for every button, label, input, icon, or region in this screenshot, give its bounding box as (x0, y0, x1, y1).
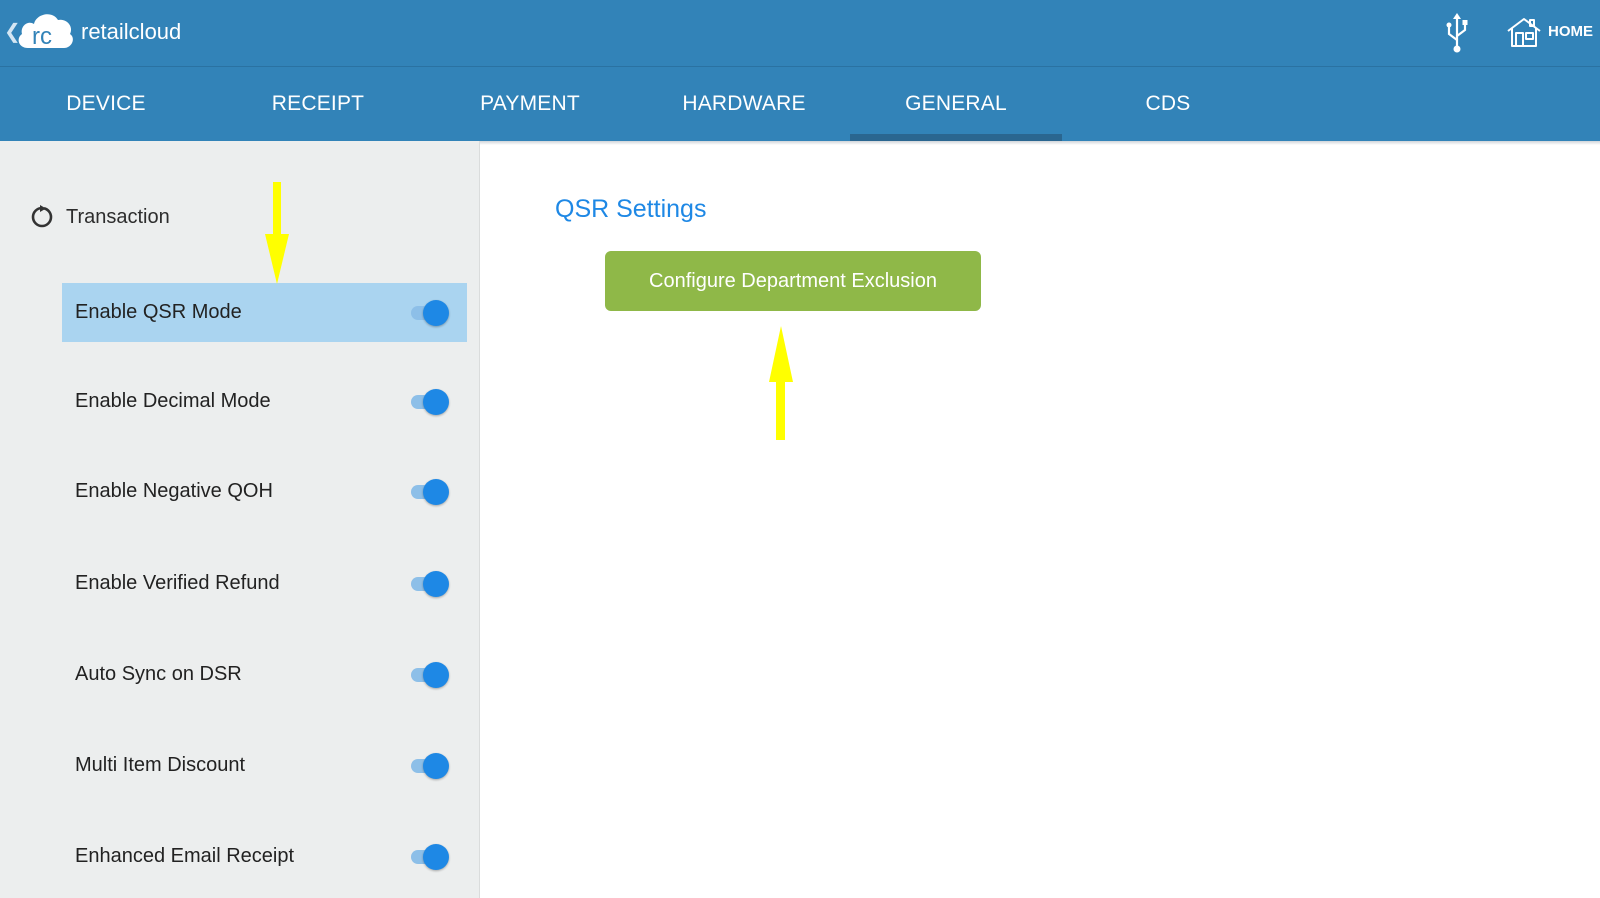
sync-icon (31, 205, 53, 228)
tab-payment[interactable]: PAYMENT (424, 67, 636, 141)
auto-sync-toggle[interactable] (407, 662, 449, 688)
usb-icon[interactable] (1444, 12, 1470, 54)
multi-item-discount-toggle[interactable] (407, 753, 449, 779)
decimal-mode-toggle[interactable] (407, 389, 449, 415)
setting-enable-qsr-mode[interactable]: Enable QSR Mode (62, 283, 467, 342)
setting-label: Enable Decimal Mode (75, 390, 271, 412)
toggle-thumb (423, 479, 449, 505)
qsr-settings-title: QSR Settings (555, 195, 707, 223)
toggle-thumb (423, 753, 449, 779)
setting-label: Multi Item Discount (75, 754, 246, 776)
retailcloud-logo[interactable]: rc (14, 8, 76, 52)
section-label: Transaction (66, 206, 170, 228)
app-title: retailcloud (81, 19, 182, 44)
setting-enable-negative-qoh[interactable]: Enable Negative QOH (62, 462, 467, 521)
setting-enable-verified-refund[interactable]: Enable Verified Refund (62, 554, 467, 613)
toggle-thumb (423, 300, 449, 326)
settings-sidebar: Transaction Enable QSR Mode Enable Decim… (0, 141, 480, 898)
negative-qoh-toggle[interactable] (407, 479, 449, 505)
toggle-thumb (423, 389, 449, 415)
house-icon (1507, 18, 1541, 47)
configure-department-exclusion-button[interactable]: Configure Department Exclusion (605, 251, 981, 311)
toggle-thumb (423, 571, 449, 597)
setting-label: Enable Verified Refund (75, 572, 280, 594)
setting-enhanced-email-receipt[interactable]: Enhanced Email Receipt (62, 827, 467, 886)
home-label: HOME (1548, 23, 1593, 40)
setting-label: Enhanced Email Receipt (75, 845, 295, 867)
setting-enable-decimal-mode[interactable]: Enable Decimal Mode (62, 372, 467, 431)
setting-label: Enable QSR Mode (75, 301, 242, 323)
tab-hardware[interactable]: HARDWARE (638, 67, 850, 141)
qsr-mode-toggle[interactable] (407, 300, 449, 326)
setting-multi-item-discount[interactable]: Multi Item Discount (62, 736, 467, 795)
setting-label: Auto Sync on DSR (75, 663, 242, 685)
tab-general[interactable]: GENERAL (850, 67, 1062, 141)
home-button[interactable]: HOME (1506, 14, 1596, 50)
tab-device[interactable]: DEVICE (0, 67, 212, 141)
annotation-arrow-down (265, 182, 289, 284)
top-bar: ❮ rc retailcloud HOME (0, 0, 1600, 66)
enhanced-email-receipt-toggle[interactable] (407, 844, 449, 870)
annotation-arrow-up (769, 326, 793, 440)
logo-text: rc (32, 23, 52, 50)
verified-refund-toggle[interactable] (407, 571, 449, 597)
setting-label: Enable Negative QOH (75, 480, 273, 502)
setting-auto-sync-on-dsr[interactable]: Auto Sync on DSR (62, 645, 467, 704)
tab-receipt[interactable]: RECEIPT (212, 67, 424, 141)
tab-cds[interactable]: CDS (1062, 67, 1274, 141)
toggle-thumb (423, 662, 449, 688)
settings-tab-bar: DEVICE RECEIPT PAYMENT HARDWARE GENERAL … (0, 66, 1600, 141)
toggle-thumb (423, 844, 449, 870)
